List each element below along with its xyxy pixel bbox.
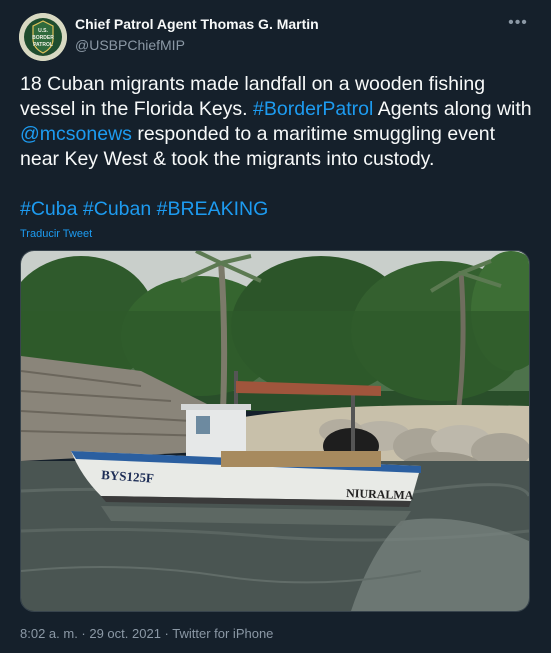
tweet: U.S. BORDER PATROL Chief Patrol Agent Th… <box>0 0 551 653</box>
mention-mcsonews-link[interactable]: @mcsonews <box>20 123 132 145</box>
border-patrol-badge-icon: U.S. BORDER PATROL <box>19 13 67 61</box>
svg-text:U.S.: U.S. <box>38 28 48 34</box>
tweet-photo[interactable]: BYS125F NIURALMA <box>20 250 530 612</box>
hashtag-breaking-link[interactable]: #BREAKING <box>157 198 269 220</box>
tweet-meta: 8:02 a. m. · 29 oct. 2021 · Twitter for … <box>20 626 273 641</box>
hashtag-line: #Cuba #Cuban #BREAKING <box>20 198 268 221</box>
tweet-source[interactable]: Twitter for iPhone <box>172 626 273 641</box>
author-handle[interactable]: @USBPChiefMIP <box>75 37 185 53</box>
hashtag-cuba-link[interactable]: #Cuba <box>20 198 77 220</box>
tweet-text: 18 Cuban migrants made landfall on a woo… <box>20 72 535 172</box>
hashtag-borderpatrol-link[interactable]: #BorderPatrol <box>253 98 373 120</box>
translate-tweet-link[interactable]: Traducir Tweet <box>20 228 92 240</box>
avatar[interactable]: U.S. BORDER PATROL <box>19 13 67 61</box>
tweet-text-part: Agents along with <box>373 98 532 120</box>
svg-text:PATROL: PATROL <box>33 42 53 48</box>
tweet-timestamp[interactable]: 8:02 a. m. · 29 oct. 2021 · <box>20 626 172 641</box>
more-options-button[interactable]: ••• <box>507 12 529 34</box>
more-options-icon: ••• <box>508 14 528 31</box>
svg-text:BORDER: BORDER <box>32 35 54 41</box>
hashtag-cuban-link[interactable]: #Cuban <box>83 198 151 220</box>
boat-name-label: NIURALMA <box>346 486 414 502</box>
boat-scene-image: BYS125F NIURALMA <box>21 251 529 611</box>
author-display-name[interactable]: Chief Patrol Agent Thomas G. Martin <box>75 16 319 32</box>
